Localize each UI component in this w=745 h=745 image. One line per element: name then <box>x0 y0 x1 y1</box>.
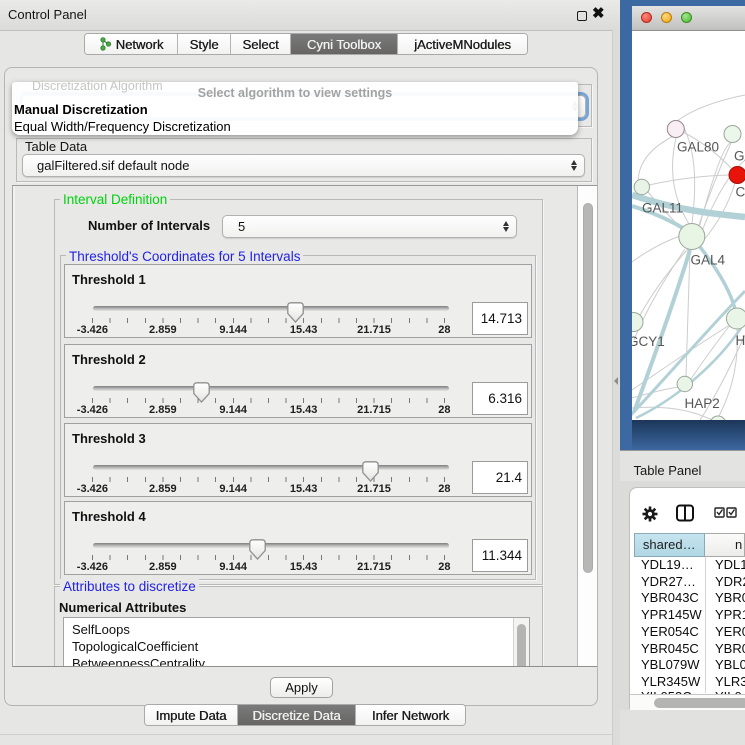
svg-text:C: C <box>736 185 745 200</box>
svg-text:H: H <box>736 333 745 348</box>
svg-text:HAP2: HAP2 <box>685 396 720 411</box>
svg-text:GA: GA <box>734 149 745 164</box>
svg-text:GAL80: GAL80 <box>677 140 719 155</box>
svg-text:GCY1: GCY1 <box>632 334 665 349</box>
svg-text:GAL4: GAL4 <box>691 253 726 268</box>
svg-text:GAL11: GAL11 <box>642 201 683 216</box>
